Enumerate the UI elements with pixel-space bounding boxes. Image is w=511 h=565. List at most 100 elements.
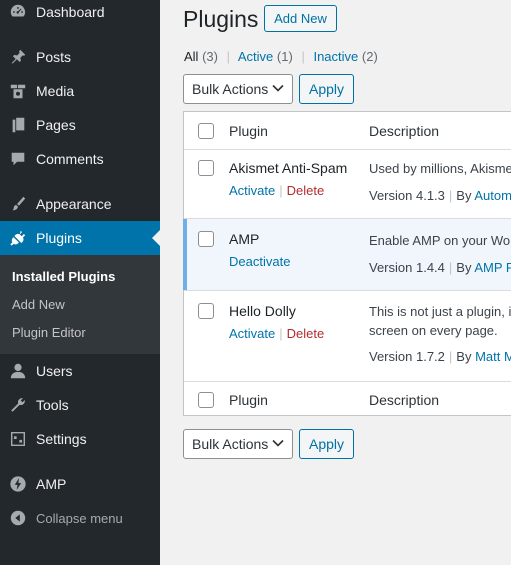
filter-active[interactable]: Active xyxy=(238,49,273,64)
deactivate-link[interactable]: Deactivate xyxy=(229,254,290,269)
collapse-menu-button[interactable]: Collapse menu xyxy=(0,501,160,535)
plugin-row-akismet: Akismet Anti-Spam Activate | Delete Used b… xyxy=(184,150,511,219)
bulk-actions-value: Bulk Actions xyxy=(192,81,269,97)
by-text: By xyxy=(456,188,472,203)
sidebar-item-tools[interactable]: Tools xyxy=(0,388,160,422)
collapse-arrow-icon xyxy=(9,509,27,527)
column-header-description: Description xyxy=(369,123,440,139)
delete-link[interactable]: Delete xyxy=(287,183,325,198)
sidebar-item-label: Collapse menu xyxy=(36,510,123,526)
sidebar-item-label: Media xyxy=(36,83,75,99)
sidebar-item-plugins[interactable]: Plugins xyxy=(0,221,160,255)
plugins-submenu: Installed Plugins Add New Plugin Editor xyxy=(0,255,160,354)
bulk-actions-value: Bulk Actions xyxy=(192,436,269,452)
plugin-version: Version 4.1.3 xyxy=(369,188,445,203)
settings-sliders-icon xyxy=(9,430,27,448)
meta-separator: | xyxy=(448,349,453,364)
filter-separator: | xyxy=(301,49,305,64)
row-actions: Deactivate xyxy=(229,254,290,269)
plugin-meta: Version 4.1.3|By Automa xyxy=(369,188,511,203)
add-new-plugin-button[interactable]: Add New xyxy=(264,5,337,32)
sidebar-item-users[interactable]: Users xyxy=(0,354,160,388)
apply-button-bottom[interactable]: Apply xyxy=(299,429,354,459)
status-filter-links: All (3) | Active (1) | Inactive (2) xyxy=(184,49,378,64)
sidebar-item-media[interactable]: Media xyxy=(0,74,160,108)
plugin-meta: Version 1.4.4|By AMP Pr xyxy=(369,260,511,275)
activate-link[interactable]: Activate xyxy=(229,183,275,198)
sidebar-item-comments[interactable]: Comments xyxy=(0,142,160,176)
main-content: Plugins Add New All (3) | Active (1) | I… xyxy=(160,0,511,565)
column-footer-description: Description xyxy=(369,392,440,408)
bulk-actions-select-bottom[interactable]: Bulk Actions xyxy=(183,429,293,459)
plugin-description: Enable AMP on your Wor xyxy=(369,233,511,248)
sidebar-item-settings[interactable]: Settings xyxy=(0,422,160,456)
row-actions: Activate | Delete xyxy=(229,183,324,198)
chevron-down-icon xyxy=(272,439,284,447)
plugin-icon xyxy=(9,229,27,247)
sidebar-item-posts[interactable]: Posts xyxy=(0,40,160,74)
delete-link[interactable]: Delete xyxy=(287,326,325,341)
page-title: Plugins xyxy=(183,6,259,32)
row-actions: Activate | Delete xyxy=(229,326,324,341)
sidebar-item-label: Dashboard xyxy=(36,4,105,20)
user-icon xyxy=(9,362,27,380)
media-icon xyxy=(9,82,27,100)
column-header-plugin: Plugin xyxy=(229,123,268,139)
chevron-down-icon xyxy=(272,84,284,92)
column-footer-plugin: Plugin xyxy=(229,392,268,408)
plugin-checkbox[interactable] xyxy=(198,231,214,247)
apply-button-top[interactable]: Apply xyxy=(299,74,354,104)
wrench-icon xyxy=(9,396,27,414)
plugins-table: Plugin Description Akismet Anti-Spam Act… xyxy=(183,111,511,416)
table-footer-row: Plugin Description xyxy=(184,382,511,416)
pages-icon xyxy=(9,116,27,134)
admin-sidebar: Dashboard Posts Media Pages Comments App… xyxy=(0,0,160,565)
meta-separator: | xyxy=(448,188,453,203)
plugin-name: Akismet Anti-Spam xyxy=(229,160,348,176)
plugin-row-amp: AMP Deactivate Enable AMP on your Wor Ve… xyxy=(183,219,511,291)
by-text: By xyxy=(456,260,472,275)
sidebar-item-label: AMP xyxy=(36,476,67,492)
select-all-checkbox-footer[interactable] xyxy=(198,392,214,408)
filter-active-count: (1) xyxy=(276,49,293,64)
plugin-checkbox[interactable] xyxy=(198,160,214,176)
paintbrush-icon xyxy=(9,195,27,213)
sidebar-item-amp[interactable]: AMP xyxy=(0,467,160,501)
filter-all-count: (3) xyxy=(202,49,218,64)
submenu-installed-plugins[interactable]: Installed Plugins xyxy=(12,269,115,284)
submenu-plugin-editor[interactable]: Plugin Editor xyxy=(12,325,86,340)
author-link[interactable]: Automa xyxy=(474,188,511,203)
meta-separator: | xyxy=(448,260,453,275)
filter-inactive[interactable]: Inactive xyxy=(313,49,358,64)
sidebar-item-label: Tools xyxy=(36,397,69,413)
plugin-row-hello-dolly: Hello Dolly Activate | Delete This is not … xyxy=(184,291,511,382)
filter-all[interactable]: All xyxy=(184,49,198,64)
table-header-row: Plugin Description xyxy=(184,112,511,150)
filter-separator: | xyxy=(226,49,230,64)
author-link[interactable]: Matt M xyxy=(475,349,511,364)
plugin-version: Version 1.4.4 xyxy=(369,260,445,275)
author-link[interactable]: AMP Pr xyxy=(474,260,511,275)
plugin-description: Used by millions, Akismet xyxy=(369,161,511,176)
plugin-version: Version 1.7.2 xyxy=(369,349,445,364)
pin-icon xyxy=(9,48,27,66)
sidebar-item-label: Posts xyxy=(36,49,72,65)
plugin-name: Hello Dolly xyxy=(229,303,296,319)
filter-inactive-count: (2) xyxy=(361,49,378,64)
comment-icon xyxy=(9,150,27,168)
bulk-actions-select-top[interactable]: Bulk Actions xyxy=(183,74,293,104)
amp-bolt-icon xyxy=(9,475,27,493)
sidebar-item-dashboard[interactable]: Dashboard xyxy=(0,0,160,29)
dashboard-icon xyxy=(9,3,27,21)
sidebar-item-label: Plugins xyxy=(36,230,82,246)
submenu-add-new[interactable]: Add New xyxy=(12,297,65,312)
sidebar-item-appearance[interactable]: Appearance xyxy=(0,187,160,221)
select-all-checkbox[interactable] xyxy=(198,123,214,139)
activate-link[interactable]: Activate xyxy=(229,326,275,341)
sidebar-item-label: Pages xyxy=(36,117,76,133)
sidebar-item-label: Comments xyxy=(36,151,104,167)
plugin-meta: Version 1.7.2 | By Matt M xyxy=(369,349,511,364)
plugin-checkbox[interactable] xyxy=(198,303,214,319)
sidebar-item-pages[interactable]: Pages xyxy=(0,108,160,142)
sidebar-item-label: Settings xyxy=(36,431,87,447)
